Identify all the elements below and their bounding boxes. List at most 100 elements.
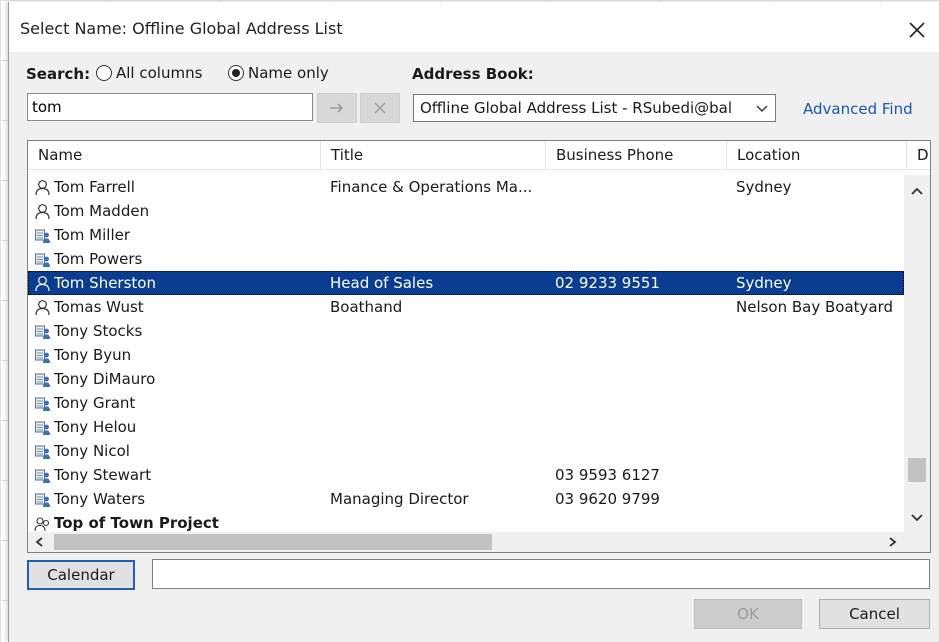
cell-location [736, 199, 906, 223]
cell-location [736, 463, 906, 487]
scroll-down-icon[interactable] [909, 512, 925, 524]
cell-name: Tony Waters [54, 490, 146, 508]
title-bar: Select Name: Offline Global Address List [9, 2, 939, 52]
list-item[interactable]: Tony Helou [28, 415, 904, 439]
list-item[interactable]: Tom Madden [28, 199, 904, 223]
scroll-thumb-vertical[interactable] [908, 458, 926, 482]
horizontal-scrollbar[interactable] [28, 532, 904, 552]
close-button[interactable] [894, 10, 939, 50]
cell-title: Managing Director [330, 490, 469, 508]
cell-phone [555, 391, 725, 415]
scroll-left-icon[interactable] [34, 536, 46, 548]
person-icon [34, 179, 51, 196]
room-icon [34, 323, 51, 340]
room-icon [34, 467, 51, 484]
search-input[interactable] [27, 93, 313, 121]
cell-location [736, 343, 906, 367]
cell-location [736, 367, 906, 391]
cancel-button[interactable]: Cancel [819, 599, 930, 629]
clear-button[interactable] [360, 93, 400, 123]
radio-name-only[interactable]: Name only [228, 64, 329, 82]
calendar-button[interactable]: Calendar [27, 560, 135, 590]
cell-phone [555, 175, 725, 199]
room-icon [34, 395, 51, 412]
radio-all-columns[interactable]: All columns [96, 64, 202, 82]
ok-button[interactable]: OK [694, 599, 802, 629]
cell-title [330, 319, 545, 343]
list-item-selected[interactable]: Tom Sherston Head of Sales 02 9233 9551 Syd… [28, 271, 904, 295]
list-item[interactable]: Tony Nicol [28, 439, 904, 463]
cell-location: Sydney [736, 274, 792, 292]
go-button[interactable] [317, 93, 357, 123]
column-header-d[interactable]: D [907, 141, 930, 169]
cell-location [736, 223, 906, 247]
close-icon [909, 22, 925, 38]
cell-title: Boathand [330, 298, 403, 316]
clear-icon [374, 102, 386, 114]
arrow-right-icon [330, 103, 344, 113]
advanced-find-link[interactable]: Advanced Find [803, 100, 913, 118]
cell-phone: 03 9593 6127 [555, 466, 660, 484]
list-item[interactable]: Tom Farrell Finance & Operations Ma... Syd… [28, 175, 904, 199]
cell-name: Tom Madden [54, 202, 150, 220]
cell-title [330, 415, 545, 439]
person-icon [34, 203, 51, 220]
list-item[interactable]: Tony Stewart 03 9593 6127 [28, 463, 904, 487]
cell-phone [555, 247, 725, 271]
cell-name: Tom Sherston [54, 274, 156, 292]
list-item[interactable]: Tomas Wust Boathand Nelson Bay Boatyard [28, 295, 904, 319]
name-list: Name Title Business Phone Location D Tom… [27, 140, 931, 553]
cell-name: Tony Stocks [54, 322, 143, 340]
recipient-field[interactable] [152, 559, 930, 589]
room-icon [34, 227, 51, 244]
list-item[interactable]: Tony Grant [28, 391, 904, 415]
address-book-select[interactable]: Offline Global Address List - RSubedi@ba… [413, 94, 776, 122]
list-item[interactable]: Tom Miller [28, 223, 904, 247]
scroll-up-icon[interactable] [909, 185, 925, 197]
list-header: Name Title Business Phone Location D [28, 141, 930, 170]
cell-phone: 03 9620 9799 [555, 490, 660, 508]
cell-location [736, 391, 906, 415]
person-icon [34, 275, 51, 292]
list-item[interactable]: Tony DiMauro [28, 367, 904, 391]
search-label: Search: [26, 65, 91, 83]
cell-name: Tony DiMauro [54, 370, 156, 388]
cell-title: Head of Sales [330, 274, 434, 292]
cell-location: Nelson Bay Boatyard [736, 298, 894, 316]
radio-name-only-label: Name only [248, 64, 329, 82]
room-icon [34, 443, 51, 460]
select-name-dialog: Select Name: Offline Global Address List… [8, 2, 939, 642]
list-item[interactable]: Tony Byun [28, 343, 904, 367]
cell-title [330, 463, 545, 487]
scroll-corner [904, 532, 930, 552]
cell-phone [555, 343, 725, 367]
scroll-right-icon[interactable] [886, 536, 898, 548]
list-item[interactable]: Tony Waters Managing Director 03 9620 9799 [28, 487, 904, 511]
vertical-scrollbar[interactable] [904, 175, 930, 534]
column-header-name[interactable]: Name [28, 141, 321, 169]
cell-location [736, 319, 906, 343]
cell-phone [555, 439, 725, 463]
radio-circle [96, 65, 112, 81]
cell-location [736, 247, 906, 271]
cell-name: Tony Helou [54, 418, 137, 436]
cell-name: Tony Byun [54, 346, 132, 364]
column-header-phone[interactable]: Business Phone [546, 141, 727, 169]
cell-name: Tomas Wust [54, 298, 144, 316]
cell-name: Tom Miller [54, 226, 131, 244]
person-icon [34, 299, 51, 316]
cell-title [330, 247, 545, 271]
column-header-location[interactable]: Location [727, 141, 907, 169]
list-item[interactable]: Tony Stocks [28, 319, 904, 343]
dialog-title: Select Name: Offline Global Address List [20, 19, 343, 38]
scroll-thumb-horizontal[interactable] [54, 534, 492, 550]
list-item[interactable]: Tom Powers [28, 247, 904, 271]
cell-title [330, 391, 545, 415]
cell-phone [555, 367, 725, 391]
cell-phone [555, 199, 725, 223]
cell-phone: 02 9233 9551 [555, 274, 660, 292]
address-book-label: Address Book: [412, 65, 534, 83]
column-header-title[interactable]: Title [321, 141, 546, 169]
cell-title: Finance & Operations Ma... [330, 178, 533, 196]
cell-name: Tom Powers [54, 250, 143, 268]
